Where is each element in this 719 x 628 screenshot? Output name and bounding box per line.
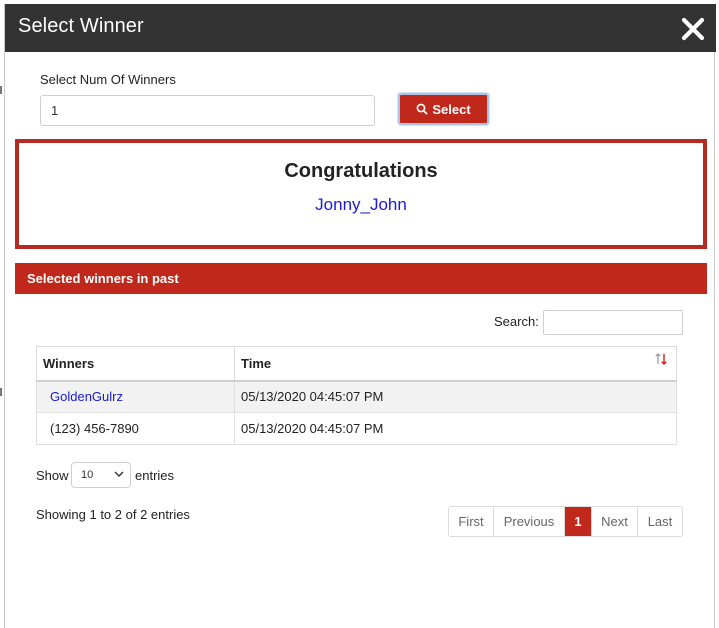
- pagination-previous[interactable]: Previous: [494, 507, 565, 536]
- winner-link[interactable]: GoldenGulrz: [43, 389, 123, 404]
- sort-icon[interactable]: [654, 352, 668, 366]
- pagination-page-1[interactable]: 1: [565, 507, 592, 536]
- num-winners-label: Select Num Of Winners: [40, 72, 176, 87]
- show-label: Show: [36, 468, 69, 483]
- table-header-row: Winners Time: [36, 346, 677, 382]
- pagination: First Previous 1 Next Last: [448, 506, 683, 537]
- congratulations-panel: Congratulations Jonny_John: [15, 139, 707, 249]
- close-icon: [681, 17, 705, 41]
- search-icon: [416, 103, 428, 115]
- column-header-time[interactable]: Time: [234, 346, 677, 382]
- time-cell: 05/13/2020 04:45:07 PM: [234, 412, 677, 445]
- table-row: GoldenGulrz 05/13/2020 04:45:07 PM: [36, 380, 677, 413]
- search-label: Search:: [494, 314, 539, 329]
- select-button[interactable]: Select: [398, 93, 489, 125]
- column-header-label: Time: [241, 355, 272, 371]
- past-winners-table: Winners Time GoldenGulrz 05/13/2020 04:4…: [36, 346, 677, 445]
- chevron-down-icon: [114, 471, 124, 477]
- selected-winner-name: Jonny_John: [315, 195, 407, 214]
- entries-label: entries: [135, 468, 175, 483]
- column-header-label: Winners: [43, 355, 95, 371]
- close-button[interactable]: [680, 16, 706, 42]
- past-winners-header: Selected winners in past: [15, 263, 707, 294]
- search-input[interactable]: [543, 310, 683, 335]
- column-header-winners[interactable]: Winners: [36, 346, 235, 382]
- select-button-label: Select: [432, 101, 471, 117]
- pagination-next[interactable]: Next: [592, 507, 638, 536]
- entries-select-value: 10: [81, 469, 94, 481]
- num-winners-input[interactable]: [40, 95, 375, 126]
- winner-cell: GoldenGulrz: [36, 380, 235, 413]
- pagination-first[interactable]: First: [449, 507, 494, 536]
- modal-title: Select Winner: [18, 15, 144, 37]
- table-info: Showing 1 to 2 of 2 entries: [36, 507, 190, 522]
- pagination-last[interactable]: Last: [638, 507, 682, 536]
- select-winner-modal: Select Winner Select Num Of Winners Sele…: [4, 4, 716, 628]
- time-cell: 05/13/2020 04:45:07 PM: [234, 380, 677, 413]
- background-edge-mark: [0, 86, 2, 94]
- entries-select[interactable]: 10: [71, 462, 131, 488]
- winner-value: (123) 456-7890: [50, 421, 139, 436]
- table-row: (123) 456-7890 05/13/2020 04:45:07 PM: [36, 412, 677, 445]
- winner-cell: (123) 456-7890: [36, 412, 235, 445]
- modal-header: Select Winner: [5, 4, 716, 52]
- congratulations-title: Congratulations: [284, 160, 438, 182]
- background-edge-mark: [0, 388, 2, 396]
